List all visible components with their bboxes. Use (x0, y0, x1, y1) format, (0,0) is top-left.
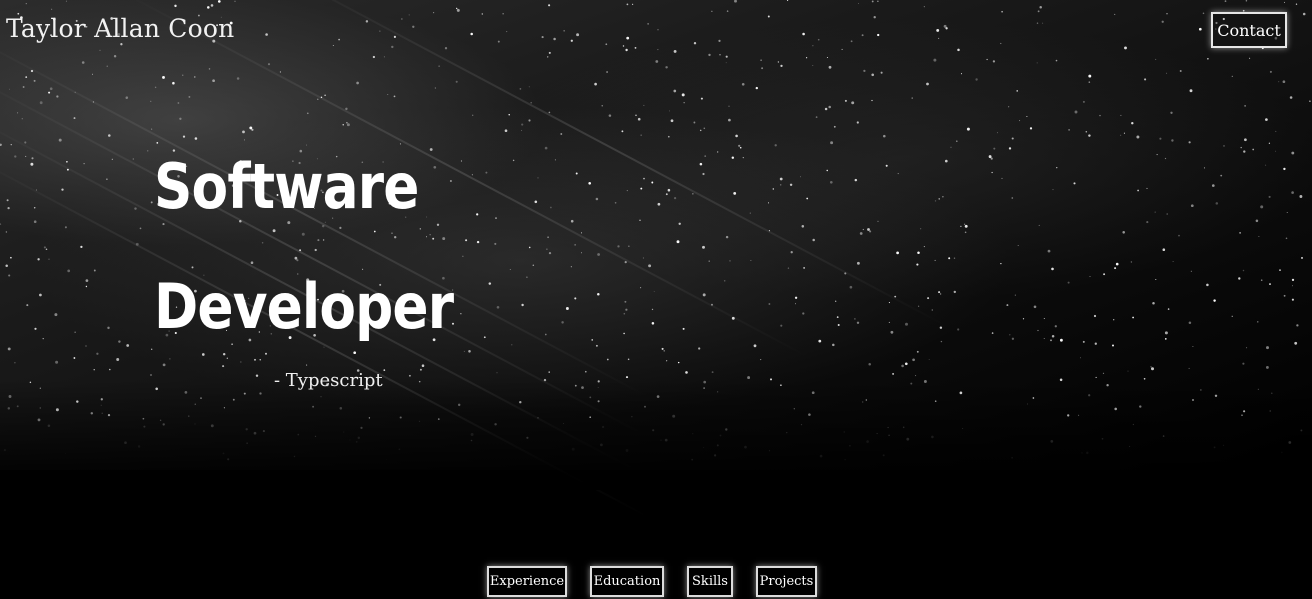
hero-fade (0, 380, 1312, 490)
nav-skills-button[interactable]: Skills (687, 566, 733, 597)
headline-line-2: Developer (154, 270, 454, 343)
nav-projects-button[interactable]: Projects (756, 566, 817, 597)
site-brand[interactable]: Taylor Allan Coon (6, 14, 234, 43)
hero-tagline: - Typescript (274, 370, 383, 391)
contact-button[interactable]: Contact (1211, 12, 1287, 48)
headline-line-1: Software (154, 150, 419, 223)
nav-experience-button[interactable]: Experience (487, 566, 567, 597)
nav-education-button[interactable]: Education (590, 566, 664, 597)
section-nav: Experience Education Skills Projects (0, 566, 1312, 597)
